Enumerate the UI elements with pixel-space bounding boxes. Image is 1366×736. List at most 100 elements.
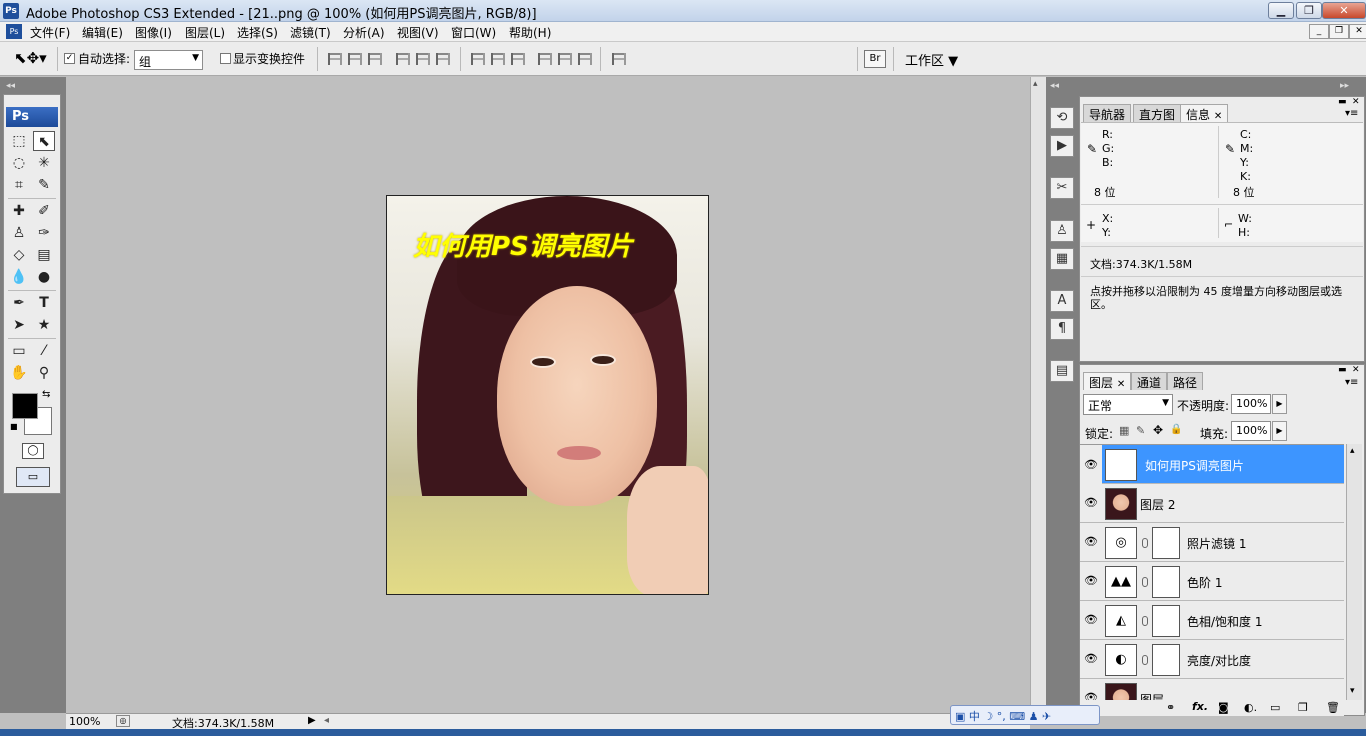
ps-menu-icon[interactable]: Ps bbox=[6, 24, 22, 39]
tab-navigator[interactable]: 导航器 bbox=[1083, 104, 1132, 122]
fill-input[interactable]: 100% bbox=[1231, 421, 1271, 441]
dodge-tool-icon[interactable]: ● bbox=[33, 267, 55, 287]
magic-wand-icon[interactable]: ✳ bbox=[33, 153, 55, 173]
close-tab-icon[interactable]: ✕ bbox=[1214, 111, 1222, 122]
align-bottom-icon[interactable] bbox=[368, 53, 382, 65]
add-mask-icon[interactable]: ◙ bbox=[1218, 701, 1229, 714]
auto-select-checkbox[interactable]: ✓ bbox=[64, 53, 75, 64]
new-group-icon[interactable]: ▭ bbox=[1270, 701, 1280, 714]
scroll-up-icon[interactable]: ▴ bbox=[1033, 79, 1038, 89]
panel-minimize-icon[interactable]: ▬ bbox=[1338, 97, 1347, 107]
user-icon[interactable]: ♟ bbox=[1029, 710, 1039, 723]
foreground-color-swatch[interactable] bbox=[12, 393, 38, 419]
keyboard-icon[interactable]: ⌨ bbox=[1009, 710, 1025, 723]
pen-tool-icon[interactable]: ✒ bbox=[8, 293, 30, 313]
actions-panel-icon[interactable]: ▶ bbox=[1050, 135, 1074, 157]
notes-tool-icon[interactable]: ▭ bbox=[8, 341, 30, 361]
visibility-eye-icon[interactable]: 👁 bbox=[1084, 496, 1098, 509]
panel-close-icon[interactable]: ✕ bbox=[1352, 365, 1360, 375]
menu-window[interactable]: 窗口(W) bbox=[451, 24, 496, 41]
restore-button[interactable]: ❐ bbox=[1296, 2, 1322, 19]
gradient-tool-icon[interactable]: ▤ bbox=[33, 245, 55, 265]
tab-channels[interactable]: 通道 bbox=[1131, 372, 1168, 390]
menu-filter[interactable]: 滤镜(T) bbox=[290, 24, 331, 41]
delete-layer-icon[interactable]: 🗑 bbox=[1326, 701, 1340, 714]
shape-tool-icon[interactable]: ★ bbox=[33, 315, 55, 335]
layer-row[interactable]: 👁 图层 2 bbox=[1080, 484, 1344, 523]
distribute-left-icon[interactable] bbox=[538, 53, 552, 65]
align-left-icon[interactable] bbox=[396, 53, 410, 65]
close-button[interactable]: ✕ bbox=[1322, 2, 1366, 19]
panel-minimize-icon[interactable]: ▬ bbox=[1338, 365, 1347, 375]
bridge-icon[interactable]: Br bbox=[864, 50, 886, 68]
vertical-scrollbar[interactable]: ▴ bbox=[1030, 77, 1046, 713]
tab-info[interactable]: 信息 ✕ bbox=[1180, 104, 1229, 122]
ime-toolbar[interactable]: ▣ 中 ☽ °, ⌨ ♟ ✈ bbox=[950, 705, 1100, 725]
opacity-slider-icon[interactable]: ▶ bbox=[1272, 394, 1287, 414]
brushes-panel-icon[interactable]: ▦ bbox=[1050, 248, 1074, 270]
link-layers-icon[interactable]: ⚭ bbox=[1166, 701, 1175, 714]
minimize-button[interactable]: ▁ bbox=[1268, 2, 1294, 19]
align-vcenter-icon[interactable] bbox=[348, 53, 362, 65]
quick-mask-icon[interactable]: ◯ bbox=[22, 443, 44, 459]
menu-file[interactable]: 文件(F) bbox=[30, 24, 70, 41]
tab-paths[interactable]: 路径 bbox=[1167, 372, 1204, 390]
panel-expand-icon[interactable]: ▸▸ bbox=[1340, 81, 1349, 91]
visibility-eye-icon[interactable]: 👁 bbox=[1084, 691, 1098, 700]
adjustment-layer-icon[interactable]: ◐. bbox=[1244, 701, 1257, 714]
align-right-icon[interactable] bbox=[436, 53, 450, 65]
doc-minimize-button[interactable]: _ bbox=[1309, 24, 1329, 39]
scroll-down-icon[interactable]: ▾ bbox=[1350, 686, 1355, 696]
zoom-tool-icon[interactable]: ⚲ bbox=[33, 363, 55, 383]
scroll-up-icon[interactable]: ▴ bbox=[1350, 446, 1355, 456]
menu-view[interactable]: 视图(V) bbox=[397, 24, 439, 41]
visibility-eye-icon[interactable]: 👁 bbox=[1084, 535, 1098, 548]
history-brush-icon[interactable]: ✑ bbox=[33, 223, 55, 243]
eraser-tool-icon[interactable]: ◇ bbox=[8, 245, 30, 265]
panel-menu-icon[interactable]: ▾≡ bbox=[1345, 108, 1358, 119]
auto-align-icon[interactable] bbox=[612, 53, 626, 65]
hand-tool-icon[interactable]: ✋ bbox=[8, 363, 30, 383]
doc-restore-button[interactable]: ❐ bbox=[1329, 24, 1349, 39]
menu-analysis[interactable]: 分析(A) bbox=[343, 24, 385, 41]
lock-transparent-icon[interactable]: ▦ bbox=[1119, 424, 1129, 437]
menu-select[interactable]: 选择(S) bbox=[237, 24, 278, 41]
distribute-bottom-icon[interactable] bbox=[511, 53, 525, 65]
distribute-right-icon[interactable] bbox=[578, 53, 592, 65]
distribute-hcenter-icon[interactable] bbox=[558, 53, 572, 65]
default-colors-icon[interactable]: ■ bbox=[10, 422, 18, 431]
layer-row[interactable]: 👁 T 如何用PS调亮图片 bbox=[1080, 445, 1344, 484]
layer-comps-icon[interactable]: ▤ bbox=[1050, 360, 1074, 382]
visibility-eye-icon[interactable]: 👁 bbox=[1084, 652, 1098, 665]
visibility-eye-icon[interactable]: 👁 bbox=[1080, 445, 1102, 484]
blend-mode-dropdown[interactable]: 正常 ▼ bbox=[1083, 394, 1173, 415]
align-top-icon[interactable] bbox=[328, 53, 342, 65]
tool-presets-icon[interactable]: ✂ bbox=[1050, 177, 1074, 199]
scroll-left-icon[interactable]: ◂ bbox=[324, 715, 329, 726]
lock-all-icon[interactable]: 🔒 bbox=[1170, 424, 1182, 435]
tab-histogram[interactable]: 直方图 bbox=[1133, 104, 1182, 122]
expand-arrows-icon[interactable]: ◂◂ bbox=[1050, 81, 1059, 91]
menu-help[interactable]: 帮助(H) bbox=[509, 24, 551, 41]
brush-tool-icon[interactable]: ✐ bbox=[33, 201, 55, 221]
status-menu-icon[interactable]: ◎ bbox=[116, 715, 130, 727]
auto-select-dropdown[interactable]: 组 ▼ bbox=[134, 50, 203, 70]
layer-row[interactable]: 👁 ◐ 亮度/对比度 bbox=[1080, 640, 1344, 679]
eyedropper-icon[interactable]: ⁄ bbox=[33, 341, 55, 361]
status-arrow-icon[interactable]: ▶ bbox=[308, 715, 316, 726]
lock-position-icon[interactable]: ✥ bbox=[1153, 423, 1163, 437]
history-panel-icon[interactable]: ⟲ bbox=[1050, 107, 1074, 129]
layers-scrollbar[interactable]: ▴ ▾ bbox=[1346, 444, 1362, 700]
document-canvas[interactable]: 如何用PS调亮图片 bbox=[386, 195, 709, 595]
punctuation-icon[interactable]: °, bbox=[997, 710, 1006, 723]
new-layer-icon[interactable]: ❐ bbox=[1298, 701, 1308, 714]
move-tool-preset-icon[interactable]: ⬉✥▾ bbox=[14, 49, 47, 67]
healing-brush-icon[interactable]: ✚ bbox=[8, 201, 30, 221]
collapse-arrows-icon[interactable]: ◂◂ bbox=[6, 81, 15, 91]
clone-source-icon[interactable]: ♙ bbox=[1050, 220, 1074, 242]
workspace-button[interactable]: 工作区 ▼ bbox=[905, 50, 958, 69]
layer-row[interactable]: 👁 ◎ 照片滤镜 1 bbox=[1080, 523, 1344, 562]
type-tool-icon[interactable]: T bbox=[33, 293, 55, 313]
wrench-icon[interactable]: ✈ bbox=[1042, 710, 1051, 723]
layer-style-icon[interactable]: fx. bbox=[1192, 700, 1208, 713]
